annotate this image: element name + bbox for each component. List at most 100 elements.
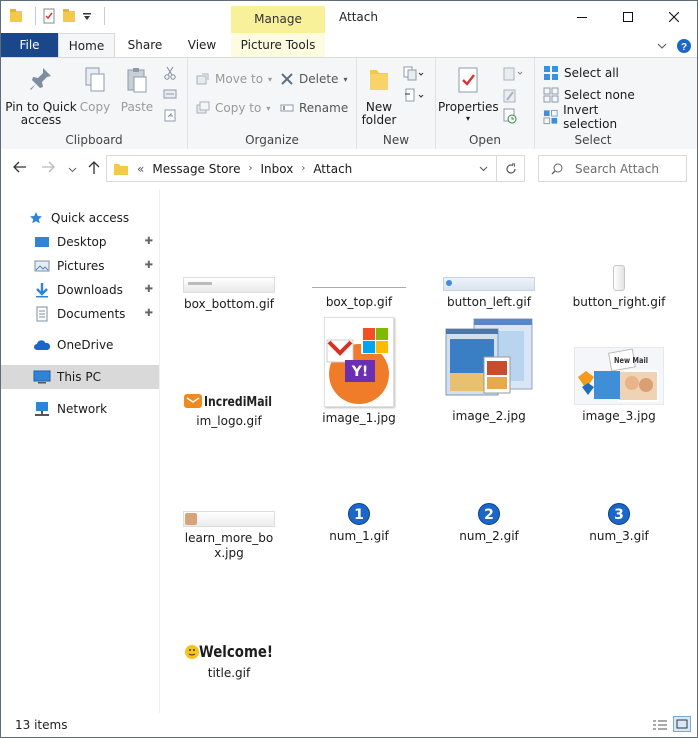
address-bar[interactable]: « Message Store › Inbox › Attach bbox=[106, 155, 497, 182]
nav-item-quick-access[interactable]: Quick access bbox=[1, 206, 159, 230]
invert-selection-label: Invert selection bbox=[563, 103, 618, 131]
copy-path-icon[interactable] bbox=[163, 88, 177, 100]
properties-button[interactable]: Properties ▾ bbox=[438, 66, 499, 124]
file-item[interactable]: 2 num_2.gif bbox=[424, 503, 554, 544]
paste-button[interactable]: Paste bbox=[119, 66, 155, 114]
file-item[interactable]: Y! image_1.jpg bbox=[294, 317, 424, 426]
close-button[interactable] bbox=[651, 1, 697, 33]
pin-icon[interactable]: ✚ bbox=[145, 260, 153, 271]
edit-icon[interactable] bbox=[502, 88, 518, 104]
forward-button[interactable] bbox=[41, 161, 55, 177]
tab-home[interactable]: Home bbox=[58, 33, 115, 58]
folder-icon[interactable] bbox=[9, 8, 23, 24]
pin-icon[interactable]: ✚ bbox=[145, 284, 153, 295]
new-folder-button[interactable]: New folder bbox=[359, 66, 399, 127]
file-name: num_3.gif bbox=[589, 529, 649, 543]
ribbon-controls: ? bbox=[657, 39, 691, 53]
nav-item-desktop[interactable]: Desktop ✚ bbox=[1, 230, 159, 254]
file-list: box_bottom.gif box_top.gif button_left.g… bbox=[161, 189, 697, 713]
delete-button[interactable]: Delete ▾ bbox=[280, 70, 347, 88]
file-item[interactable]: 3 num_3.gif bbox=[554, 503, 684, 544]
new-folder-icon bbox=[370, 70, 388, 90]
move-to-button[interactable]: Move to ▾ bbox=[196, 70, 272, 88]
nav-item-documents[interactable]: Documents ✚ bbox=[1, 302, 159, 326]
image-thumbnail: IncrediMail bbox=[184, 392, 274, 410]
file-name: im_logo.gif bbox=[196, 414, 262, 428]
help-icon[interactable]: ? bbox=[677, 39, 691, 53]
file-item[interactable]: button_right.gif bbox=[554, 265, 684, 310]
welcome-logo: Welcome! bbox=[185, 642, 273, 661]
copy-button[interactable]: Copy bbox=[79, 66, 111, 114]
chevron-down-icon[interactable] bbox=[657, 42, 667, 50]
number-three-icon: 3 bbox=[608, 503, 630, 525]
open-icon[interactable] bbox=[502, 66, 526, 82]
large-icons-view-button[interactable] bbox=[673, 716, 691, 732]
file-item[interactable]: image_2.jpg bbox=[424, 317, 554, 424]
file-item[interactable]: button_left.gif bbox=[424, 277, 554, 310]
file-name: num_2.gif bbox=[459, 529, 519, 543]
minimize-button[interactable] bbox=[559, 1, 605, 33]
nav-item-downloads[interactable]: Downloads ✚ bbox=[1, 278, 159, 302]
select-none-button[interactable]: Select none bbox=[543, 86, 635, 104]
rename-button[interactable]: Rename bbox=[280, 99, 348, 117]
maximize-icon bbox=[623, 12, 633, 22]
properties-icon[interactable] bbox=[42, 8, 56, 24]
copy-to-button[interactable]: Copy to ▾ bbox=[196, 99, 270, 117]
paste-shortcut-icon[interactable] bbox=[163, 108, 177, 122]
file-item[interactable]: Welcome! title.gif bbox=[164, 638, 294, 681]
cut-icon[interactable] bbox=[163, 66, 177, 80]
new-folder-icon[interactable] bbox=[62, 8, 76, 24]
file-item[interactable]: box_top.gif bbox=[294, 277, 424, 310]
maximize-button[interactable] bbox=[605, 1, 651, 33]
pin-to-quick-access-button[interactable]: Pin to Quick access bbox=[5, 66, 77, 127]
pictures-icon bbox=[33, 258, 51, 274]
breadcrumb-inbox[interactable]: Inbox bbox=[260, 162, 293, 176]
tab-picture-tools[interactable]: Picture Tools bbox=[231, 33, 325, 57]
nav-item-onedrive[interactable]: OneDrive bbox=[1, 333, 159, 357]
pin-icon[interactable]: ✚ bbox=[145, 308, 153, 319]
refresh-icon bbox=[505, 163, 516, 174]
refresh-button[interactable] bbox=[497, 155, 525, 182]
breadcrumb-attach[interactable]: Attach bbox=[313, 162, 352, 176]
new-item-icon[interactable] bbox=[403, 66, 425, 82]
address-overflow[interactable]: « bbox=[137, 162, 144, 176]
delete-icon bbox=[281, 73, 293, 85]
file-item[interactable]: box_bottom.gif bbox=[164, 277, 294, 312]
clipboard-group: Pin to Quick access Copy Paste Clipboard bbox=[1, 58, 188, 150]
customize-qat-icon[interactable] bbox=[82, 8, 92, 24]
documents-icon bbox=[33, 306, 51, 322]
select-all-button[interactable]: Select all bbox=[543, 64, 619, 82]
invert-selection-button[interactable]: Invert selection bbox=[543, 103, 651, 131]
tab-view[interactable]: View bbox=[175, 33, 229, 57]
file-item[interactable]: New Mail image_3.jpg bbox=[554, 346, 684, 424]
nav-label: Network bbox=[57, 402, 108, 416]
file-item[interactable]: 1 num_1.gif bbox=[294, 503, 424, 544]
back-button[interactable] bbox=[13, 161, 27, 177]
file-item[interactable]: IncrediMail im_logo.gif bbox=[164, 392, 294, 429]
nav-item-this-pc[interactable]: This PC bbox=[1, 365, 159, 389]
easy-access-icon[interactable] bbox=[403, 88, 425, 104]
file-name: image_1.jpg bbox=[322, 411, 396, 425]
navigation-bar: « Message Store › Inbox › Attach Search … bbox=[1, 149, 697, 189]
large-icons-view-icon bbox=[676, 719, 688, 729]
svg-text:?: ? bbox=[681, 42, 687, 53]
pin-icon[interactable]: ✚ bbox=[145, 236, 153, 247]
nav-item-pictures[interactable]: Pictures ✚ bbox=[1, 254, 159, 278]
nav-item-network[interactable]: Network bbox=[1, 397, 159, 421]
search-box[interactable]: Search Attach bbox=[538, 155, 687, 182]
move-to-icon bbox=[196, 73, 209, 85]
up-button[interactable] bbox=[88, 161, 100, 179]
breadcrumb-message-store[interactable]: Message Store bbox=[152, 162, 240, 176]
details-view-button[interactable] bbox=[651, 717, 669, 732]
manage-tab[interactable]: Manage bbox=[231, 6, 325, 33]
file-item[interactable]: learn_more_box.jpg bbox=[164, 511, 294, 561]
tab-share[interactable]: Share bbox=[117, 33, 173, 57]
select-none-label: Select none bbox=[564, 88, 635, 102]
tab-file[interactable]: File bbox=[1, 33, 58, 57]
organize-group: Move to ▾ Copy to ▾ Delete ▾ Rename Organiz… bbox=[188, 58, 357, 150]
recent-locations-button[interactable] bbox=[68, 162, 77, 178]
chevron-down-icon[interactable] bbox=[479, 165, 488, 173]
copy-to-label: Copy to bbox=[215, 101, 262, 115]
history-icon[interactable] bbox=[502, 108, 518, 124]
folder-icon bbox=[114, 163, 128, 175]
